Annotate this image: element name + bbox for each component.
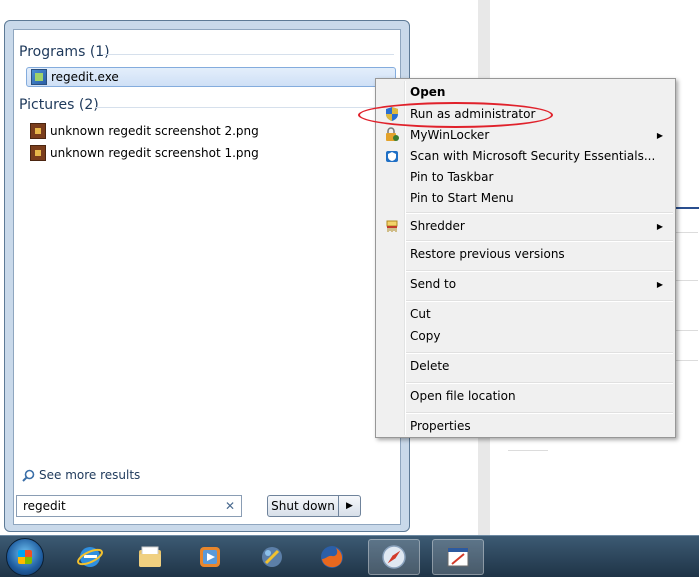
- menu-item-label: Shredder: [410, 219, 465, 233]
- taskbar: [0, 535, 699, 577]
- pictures-group-title: Pictures (2): [19, 97, 99, 113]
- menu-separator: [406, 212, 673, 214]
- firefox-icon: [321, 546, 343, 568]
- menu-item-run-as-administrator[interactable]: Run as administrator: [378, 104, 673, 124]
- taskbar-firefox[interactable]: [306, 539, 358, 575]
- media-player-icon: [200, 547, 220, 567]
- submenu-arrow-icon: ▶: [656, 279, 663, 289]
- menu-item-scan-mse[interactable]: Scan with Microsoft Security Essentials.…: [378, 146, 673, 166]
- menu-item-label: Pin to Taskbar: [410, 170, 494, 184]
- menu-item-open[interactable]: Open: [378, 82, 673, 102]
- menu-item-label: Copy: [410, 329, 441, 343]
- menu-item-label: Send to: [410, 277, 457, 291]
- uac-shield-icon: [386, 107, 398, 121]
- menu-separator: [406, 270, 673, 272]
- regedit-icon: [31, 69, 47, 85]
- menu-separator: [406, 382, 673, 384]
- search-icon: [22, 469, 35, 482]
- menu-item-label: Restore previous versions: [410, 247, 565, 261]
- menu-item-pin-start[interactable]: Pin to Start Menu: [378, 188, 673, 208]
- menu-item-open-file-location[interactable]: Open file location: [378, 386, 673, 406]
- result-picture-1[interactable]: unknown regedit screenshot 1.png: [26, 143, 396, 163]
- menu-item-label: Pin to Start Menu: [410, 191, 514, 205]
- context-menu: Open Run as administrator MyWinLocker ▶ …: [375, 78, 676, 438]
- menu-item-label: Properties: [410, 419, 471, 433]
- menu-item-label: Run as administrator: [410, 107, 536, 121]
- menu-item-label: Delete: [410, 359, 450, 373]
- menu-item-label: Open file location: [410, 389, 516, 403]
- search-results-pane: Programs (1) regedit.exe Pictures (2) un…: [13, 29, 401, 525]
- menu-separator: [406, 352, 673, 354]
- start-search-box[interactable]: ✕: [16, 495, 242, 517]
- menu-item-copy[interactable]: Copy: [378, 326, 673, 346]
- menu-item-send-to[interactable]: Send to ▶: [378, 274, 673, 294]
- folder-icon: [139, 546, 161, 567]
- start-button-icon[interactable]: [6, 538, 44, 576]
- divider: [508, 450, 548, 451]
- shutdown-control: Shut down ▶: [267, 495, 361, 517]
- clear-search-icon[interactable]: ✕: [225, 499, 235, 513]
- taskbar-safari[interactable]: [368, 539, 420, 575]
- taskbar-app[interactable]: [246, 539, 298, 575]
- png-file-icon: [30, 145, 46, 161]
- taskbar-internet-explorer[interactable]: [64, 539, 116, 575]
- menu-item-label: MyWinLocker: [410, 128, 490, 142]
- taskbar-explorer[interactable]: [124, 539, 176, 575]
- menu-item-delete[interactable]: Delete: [378, 356, 673, 376]
- menu-item-mywinlocker[interactable]: MyWinLocker ▶: [378, 125, 673, 145]
- application-icon: [262, 547, 282, 567]
- result-picture-2[interactable]: unknown regedit screenshot 2.png: [26, 121, 396, 141]
- divider: [96, 107, 394, 108]
- see-more-results-link[interactable]: See more results: [22, 468, 140, 482]
- result-regedit[interactable]: regedit.exe: [26, 67, 396, 87]
- programs-group-title: Programs (1): [19, 44, 110, 60]
- menu-item-restore-versions[interactable]: Restore previous versions: [378, 244, 673, 264]
- menu-item-pin-taskbar[interactable]: Pin to Taskbar: [378, 167, 673, 187]
- compass-icon: [382, 545, 406, 569]
- see-more-label: See more results: [39, 468, 141, 482]
- divider: [102, 54, 394, 55]
- menu-item-cut[interactable]: Cut: [378, 304, 673, 324]
- regedit-icon: [447, 547, 469, 567]
- result-label: unknown regedit screenshot 1.png: [50, 146, 259, 160]
- submenu-arrow-icon: ▶: [656, 221, 663, 231]
- submenu-arrow-icon: ▶: [656, 130, 663, 140]
- start-menu: Programs (1) regedit.exe Pictures (2) un…: [4, 20, 410, 532]
- menu-item-shredder[interactable]: Shredder ▶: [378, 216, 673, 236]
- mywinlocker-icon: [386, 127, 399, 141]
- taskbar-media-player[interactable]: [184, 539, 236, 575]
- menu-separator: [406, 300, 673, 302]
- menu-separator: [406, 412, 673, 414]
- menu-separator: [406, 240, 673, 242]
- result-label: regedit.exe: [51, 70, 119, 84]
- shutdown-button[interactable]: Shut down: [267, 495, 339, 517]
- menu-item-properties[interactable]: Properties: [378, 416, 673, 436]
- security-essentials-icon: [386, 151, 398, 162]
- shutdown-options-arrow-icon[interactable]: ▶: [339, 495, 361, 517]
- taskbar-regedit[interactable]: [432, 539, 484, 575]
- menu-item-label: Scan with Microsoft Security Essentials.…: [410, 149, 656, 163]
- png-file-icon: [30, 123, 46, 139]
- result-label: unknown regedit screenshot 2.png: [50, 124, 259, 138]
- search-input[interactable]: [23, 499, 213, 513]
- internet-explorer-icon: [77, 547, 103, 567]
- menu-item-label: Open: [410, 85, 446, 99]
- shredder-icon: [386, 220, 398, 232]
- menu-item-label: Cut: [410, 307, 431, 321]
